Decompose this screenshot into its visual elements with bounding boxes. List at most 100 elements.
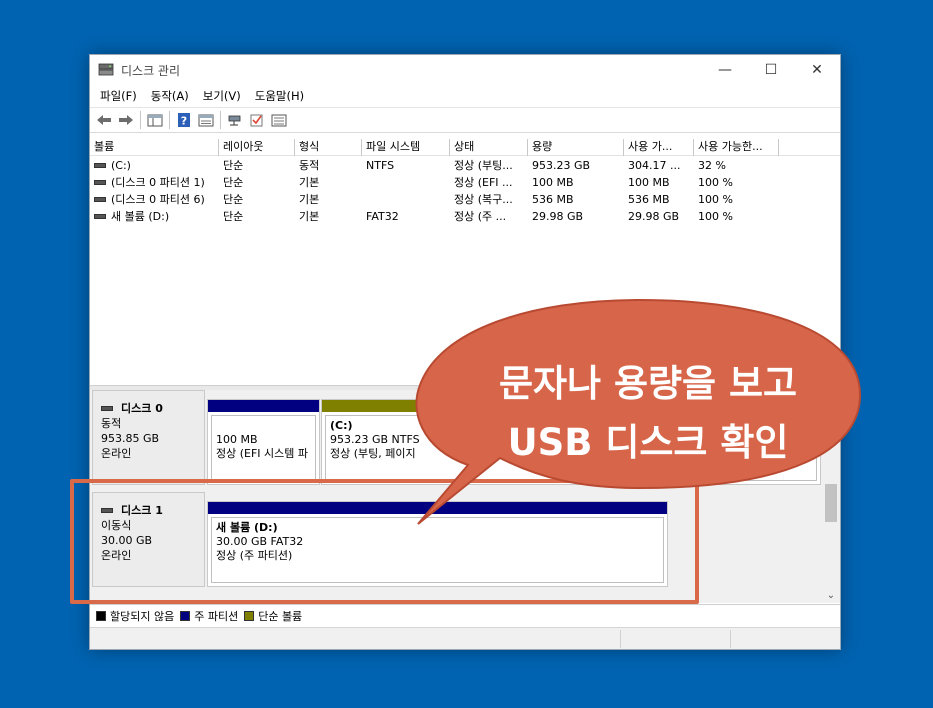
volume-free-space: 100 MB <box>628 176 670 189</box>
volume-icon <box>94 162 106 168</box>
toolbar-separator <box>220 111 221 129</box>
volume-capacity: 100 MB <box>532 176 574 189</box>
forward-arrow-icon <box>119 115 133 125</box>
disk-0-label[interactable]: 디스크 0 동적 953.85 GB 온라인 <box>92 390 205 485</box>
title-bar[interactable]: 디스크 관리 — ☐ ✕ <box>90 55 840 85</box>
volume-icon <box>94 179 106 185</box>
volume-free-space: 304.17 ... <box>628 159 681 172</box>
column-header-capacity[interactable]: 용량 <box>528 139 624 156</box>
partition-status: 정상 (EFI 시스템 파 <box>216 447 309 460</box>
disk-type: 동적 <box>101 417 122 430</box>
legend-swatch <box>96 610 106 621</box>
volume-type: 기본 <box>299 210 320 223</box>
usb-disk-highlight-box <box>70 479 699 604</box>
volume-free-space: 536 MB <box>628 193 670 206</box>
table-row[interactable]: (디스크 0 파티션 1) 단순 기본 정상 (EFI ... 100 MB 1… <box>90 174 830 191</box>
toolbar-separator <box>169 111 170 129</box>
connect-icon <box>228 115 241 126</box>
partition-efi[interactable]: 100 MB 정상 (EFI 시스템 파 <box>207 399 320 485</box>
console-tree-icon <box>147 114 163 127</box>
svg-text:?: ? <box>181 115 187 128</box>
minimize-button[interactable]: — <box>702 55 748 85</box>
disk-size: 953.85 GB <box>101 432 160 445</box>
volume-type: 기본 <box>299 176 320 189</box>
volume-percent-free: 100 % <box>698 210 733 223</box>
scroll-down-icon[interactable]: ⌄ <box>823 590 839 601</box>
back-button[interactable] <box>93 110 115 130</box>
legend-label: 할당되지 않음 <box>110 609 175 623</box>
close-icon: ✕ <box>811 62 823 78</box>
window-title: 디스크 관리 <box>121 64 181 78</box>
partition-size: 100 MB <box>216 433 258 446</box>
column-header-filesystem[interactable]: 파일 시스템 <box>362 139 450 156</box>
volume-list-header: 볼륨 레이아웃 형식 파일 시스템 상태 용량 사용 가... 사용 가능한..… <box>90 139 840 156</box>
volume-percent-free: 32 % <box>698 159 726 172</box>
help-icon: ? <box>178 113 190 128</box>
menu-help[interactable]: 도움말(H) <box>248 88 311 104</box>
volume-type: 동적 <box>299 159 320 172</box>
column-header-type[interactable]: 형식 <box>295 139 362 156</box>
disk-management-icon <box>98 63 114 76</box>
volume-name: 새 볼륨 (D:) <box>111 210 170 223</box>
volume-layout: 단순 <box>223 159 244 172</box>
menu-bar: 파일(F) 동작(A) 보기(V) 도움말(H) <box>90 85 840 107</box>
help-button[interactable]: ? <box>173 110 195 130</box>
properties-button[interactable] <box>195 110 217 130</box>
legend-swatch <box>244 610 255 621</box>
forward-button[interactable] <box>115 110 137 130</box>
column-header-status[interactable]: 상태 <box>450 139 528 156</box>
volume-status: 정상 (EFI ... <box>454 176 513 189</box>
volume-name: (디스크 0 파티션 1) <box>111 176 205 189</box>
maximize-button[interactable]: ☐ <box>748 55 794 85</box>
menu-view[interactable]: 보기(V) <box>196 88 248 104</box>
menu-action[interactable]: 동작(A) <box>144 88 196 104</box>
column-header-free-space[interactable]: 사용 가... <box>624 139 694 156</box>
volume-capacity: 536 MB <box>532 193 574 206</box>
table-row[interactable]: (디스크 0 파티션 6) 단순 기본 정상 (복구... 536 MB 536… <box>90 191 830 208</box>
legend: 할당되지 않음 주 파티션 단순 볼륨 <box>90 604 840 626</box>
legend-swatch <box>180 610 191 621</box>
partition-title <box>216 419 315 433</box>
volume-filesystem <box>362 191 450 208</box>
list-button[interactable] <box>268 110 290 130</box>
scrollbar-thumb[interactable] <box>825 484 837 522</box>
callout-line-1: 문자나 용량을 보고 <box>498 362 798 405</box>
toolbar: ? <box>90 107 840 133</box>
volume-layout: 단순 <box>223 176 244 189</box>
menu-file[interactable]: 파일(F) <box>93 88 144 104</box>
volume-capacity: 953.23 GB <box>532 159 591 172</box>
volume-icon <box>94 196 106 202</box>
back-arrow-icon <box>97 115 111 125</box>
volume-layout: 단순 <box>223 193 244 206</box>
console-tree-button[interactable] <box>144 110 166 130</box>
close-button[interactable]: ✕ <box>794 55 840 85</box>
callout-line-2: USB 디스크 확인 <box>507 421 789 464</box>
volume-capacity: 29.98 GB <box>532 210 584 223</box>
minimize-icon: — <box>718 62 732 78</box>
volume-percent-free: 100 % <box>698 176 733 189</box>
volume-filesystem <box>362 174 450 191</box>
volume-name: (C:) <box>111 159 131 172</box>
column-header-layout[interactable]: 레이아웃 <box>219 139 295 156</box>
disk-icon <box>101 405 113 411</box>
maximize-icon: ☐ <box>764 62 778 78</box>
volume-status: 정상 (부팅... <box>454 159 513 172</box>
connect-button[interactable] <box>224 110 246 130</box>
volume-free-space: 29.98 GB <box>628 210 680 223</box>
check-button[interactable] <box>246 110 268 130</box>
legend-item-simple: 단순 볼륨 <box>244 608 302 624</box>
legend-item-primary: 주 파티션 <box>180 608 238 624</box>
table-row[interactable]: (C:) 단순 동적 NTFS 정상 (부팅... 953.23 GB 304.… <box>90 157 830 174</box>
column-header-volume[interactable]: 볼륨 <box>90 139 219 156</box>
list-icon <box>271 114 287 127</box>
column-header-percent-free[interactable]: 사용 가능한... <box>694 139 779 156</box>
table-row[interactable]: 새 볼륨 (D:) 단순 기본 FAT32 정상 (주 ... 29.98 GB… <box>90 208 830 225</box>
volume-icon <box>94 213 106 219</box>
legend-item-unallocated: 할당되지 않음 <box>96 608 174 624</box>
volume-status: 정상 (주 ... <box>454 210 507 223</box>
legend-label: 단순 볼륨 <box>258 609 303 623</box>
disk-name: 디스크 0 <box>121 402 163 415</box>
volume-filesystem: NTFS <box>366 159 395 172</box>
volume-percent-free: 100 % <box>698 193 733 206</box>
toolbar-separator <box>140 111 141 129</box>
